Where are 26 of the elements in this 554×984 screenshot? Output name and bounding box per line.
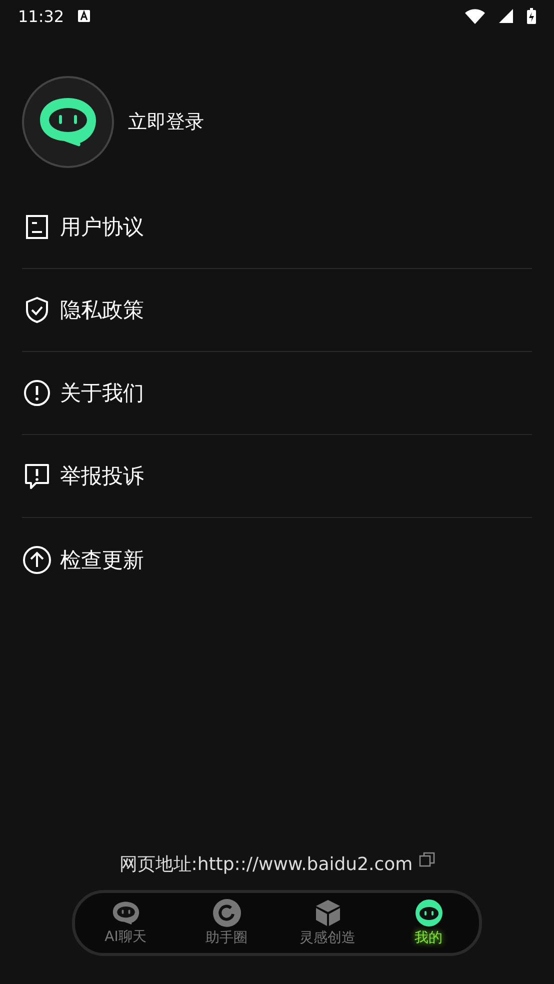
signal-icon xyxy=(499,9,513,23)
robot-logo-icon xyxy=(38,96,98,148)
menu-item[interactable]: 用户协议 xyxy=(22,186,532,269)
cube-icon xyxy=(314,899,342,927)
nav-tab[interactable]: 我的 xyxy=(378,893,479,953)
wifi-icon xyxy=(465,8,485,24)
nav-tab[interactable]: 灵感创造 xyxy=(277,893,378,953)
menu-item[interactable]: 检查更新 xyxy=(22,518,532,601)
shield-check-icon xyxy=(24,296,50,324)
copy-icon[interactable] xyxy=(418,852,435,867)
arrow-up-circle-icon xyxy=(22,544,52,574)
keyboard-notification-icon xyxy=(78,10,90,22)
menu-item[interactable]: 关于我们 xyxy=(22,352,532,435)
login-link[interactable]: 立即登录 xyxy=(128,109,204,135)
document-icon xyxy=(24,214,50,240)
battery-icon xyxy=(527,8,536,24)
menu-item[interactable]: 举报投诉 xyxy=(22,435,532,518)
message-alert-icon xyxy=(23,462,51,490)
web-address: 网页地址:http:://www.baidu2.com xyxy=(119,853,413,876)
exclamation-circle-icon xyxy=(23,379,51,407)
nav-tab[interactable]: AI聊天 xyxy=(75,893,176,953)
robot-icon xyxy=(414,899,444,927)
status-time: 11:32 xyxy=(18,6,64,26)
nav-tab[interactable]: 助手圈 xyxy=(176,893,277,953)
chat-bot-icon xyxy=(112,900,140,926)
menu-item[interactable]: 隐私政策 xyxy=(22,269,532,352)
